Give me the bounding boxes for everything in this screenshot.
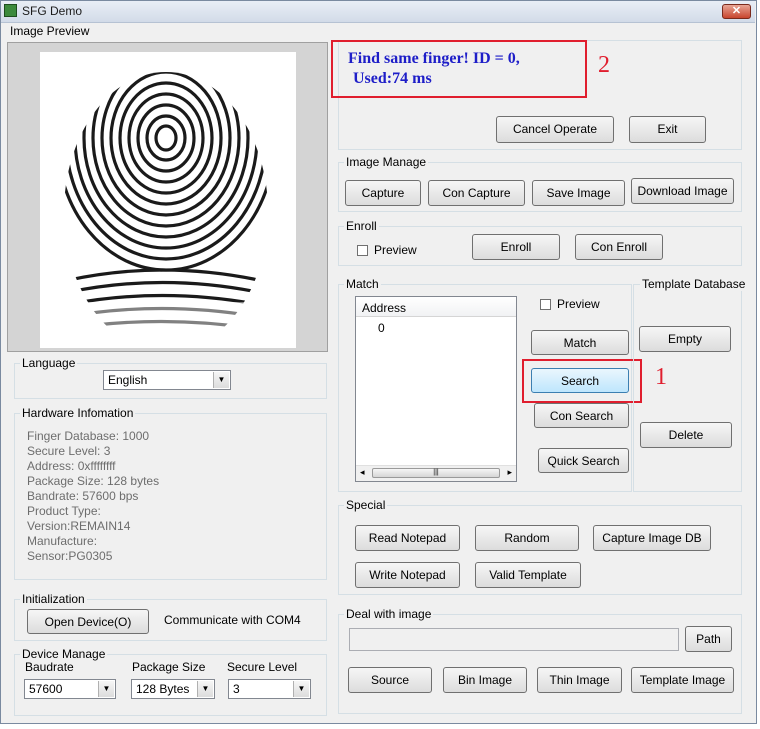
connection-status: Communicate with COM4 xyxy=(164,613,301,627)
scroll-thumb[interactable]: ||| xyxy=(372,468,500,478)
capture-button[interactable]: Capture xyxy=(345,180,421,206)
template-database-group xyxy=(633,284,742,492)
special-label: Special xyxy=(344,498,388,512)
hardware-info-line: Sensor:PG0305 xyxy=(27,549,113,563)
save-image-button[interactable]: Save Image xyxy=(532,180,625,206)
address-list-header[interactable]: Address xyxy=(356,297,516,317)
baudrate-label: Baudrate xyxy=(25,660,74,674)
template-database-label: Template Database xyxy=(640,277,748,291)
con-capture-button[interactable]: Con Capture xyxy=(428,180,525,206)
delete-button[interactable]: Delete xyxy=(640,422,732,448)
hardware-info-line: Product Type: xyxy=(27,504,101,518)
secure-level-value: 3 xyxy=(233,682,240,696)
list-item[interactable]: 0 xyxy=(378,321,385,335)
path-input[interactable] xyxy=(349,628,679,651)
chevron-down-icon[interactable]: ▼ xyxy=(293,681,309,697)
search-button[interactable]: Search xyxy=(531,368,629,393)
hardware-info-line: Bandrate: 57600 bps xyxy=(27,489,139,503)
annotation-box-2 xyxy=(331,40,587,98)
language-value: English xyxy=(108,373,148,387)
hardware-info-line: Manufacture: xyxy=(27,534,98,548)
hardware-info-line: Finger Database: 1000 xyxy=(27,429,150,443)
cancel-operate-button[interactable]: Cancel Operate xyxy=(496,116,614,143)
app-icon xyxy=(4,4,17,17)
secure-level-select[interactable]: 3 ▼ xyxy=(228,679,311,699)
close-button[interactable]: ✕ xyxy=(722,4,751,19)
path-button[interactable]: Path xyxy=(685,626,732,652)
enroll-button[interactable]: Enroll xyxy=(472,234,560,260)
hardware-info-list: Finger Database: 1000 Secure Level: 3 Ad… xyxy=(27,429,159,564)
chevron-down-icon[interactable]: ▼ xyxy=(98,681,114,697)
bin-image-button[interactable]: Bin Image xyxy=(443,667,527,693)
hardware-info-line: Address: 0xffffffff xyxy=(27,459,116,473)
title-bar[interactable] xyxy=(1,1,755,23)
window-title: SFG Demo xyxy=(22,4,83,18)
match-label: Match xyxy=(344,277,381,291)
address-list[interactable]: Address 0 ◂ ||| ▸ xyxy=(355,296,517,482)
baudrate-select[interactable]: 57600 ▼ xyxy=(24,679,116,699)
exit-button[interactable]: Exit xyxy=(629,116,706,143)
image-manage-label: Image Manage xyxy=(344,155,429,169)
match-preview-checkbox[interactable] xyxy=(540,299,551,310)
horizontal-scrollbar[interactable]: ◂ ||| ▸ xyxy=(356,465,516,481)
con-enroll-button[interactable]: Con Enroll xyxy=(575,234,663,260)
baudrate-value: 57600 xyxy=(29,682,63,696)
package-size-select[interactable]: 128 Bytes ▼ xyxy=(131,679,215,699)
quick-search-button[interactable]: Quick Search xyxy=(538,448,629,473)
package-size-label: Package Size xyxy=(132,660,206,674)
read-notepad-button[interactable]: Read Notepad xyxy=(355,525,460,551)
package-size-value: 128 Bytes xyxy=(136,682,190,696)
thin-image-button[interactable]: Thin Image xyxy=(537,667,622,693)
hardware-info-label: Hardware Infomation xyxy=(20,406,136,420)
enroll-preview-label: Preview xyxy=(374,243,417,257)
con-search-button[interactable]: Con Search xyxy=(534,403,629,428)
enroll-label: Enroll xyxy=(344,219,379,233)
write-notepad-button[interactable]: Write Notepad xyxy=(355,562,460,588)
address-column-header: Address xyxy=(362,301,407,315)
enroll-preview-checkbox[interactable] xyxy=(357,245,368,256)
hardware-info-line: Package Size: 128 bytes xyxy=(27,474,160,488)
hardware-info-line: Version:REMAIN14 xyxy=(27,519,131,533)
device-manage-label: Device Manage xyxy=(20,647,108,661)
scroll-left-arrow-icon[interactable]: ◂ xyxy=(360,467,365,478)
image-preview-label: Image Preview xyxy=(10,24,90,38)
empty-button[interactable]: Empty xyxy=(639,326,731,352)
random-button[interactable]: Random xyxy=(475,525,579,551)
match-button[interactable]: Match xyxy=(531,330,629,355)
language-label: Language xyxy=(20,356,78,370)
valid-template-button[interactable]: Valid Template xyxy=(475,562,581,588)
open-device-button[interactable]: Open Device(O) xyxy=(27,609,149,634)
download-image-button[interactable]: Download Image xyxy=(631,178,734,204)
chevron-down-icon[interactable]: ▼ xyxy=(213,372,229,388)
hardware-info-line: Secure Level: 3 xyxy=(27,444,111,458)
scroll-right-arrow-icon[interactable]: ▸ xyxy=(507,467,512,478)
match-preview-label: Preview xyxy=(557,297,600,311)
annotation-number-2: 2 xyxy=(598,52,610,78)
source-button[interactable]: Source xyxy=(348,667,432,693)
initialization-label: Initialization xyxy=(20,592,87,606)
fingerprint-image xyxy=(40,52,296,348)
secure-level-label: Secure Level xyxy=(227,660,298,674)
capture-image-db-button[interactable]: Capture Image DB xyxy=(593,525,711,551)
language-select[interactable]: English ▼ xyxy=(103,370,231,390)
chevron-down-icon[interactable]: ▼ xyxy=(197,681,213,697)
deal-with-image-label: Deal with image xyxy=(344,607,434,621)
template-image-button[interactable]: Template Image xyxy=(631,667,734,693)
